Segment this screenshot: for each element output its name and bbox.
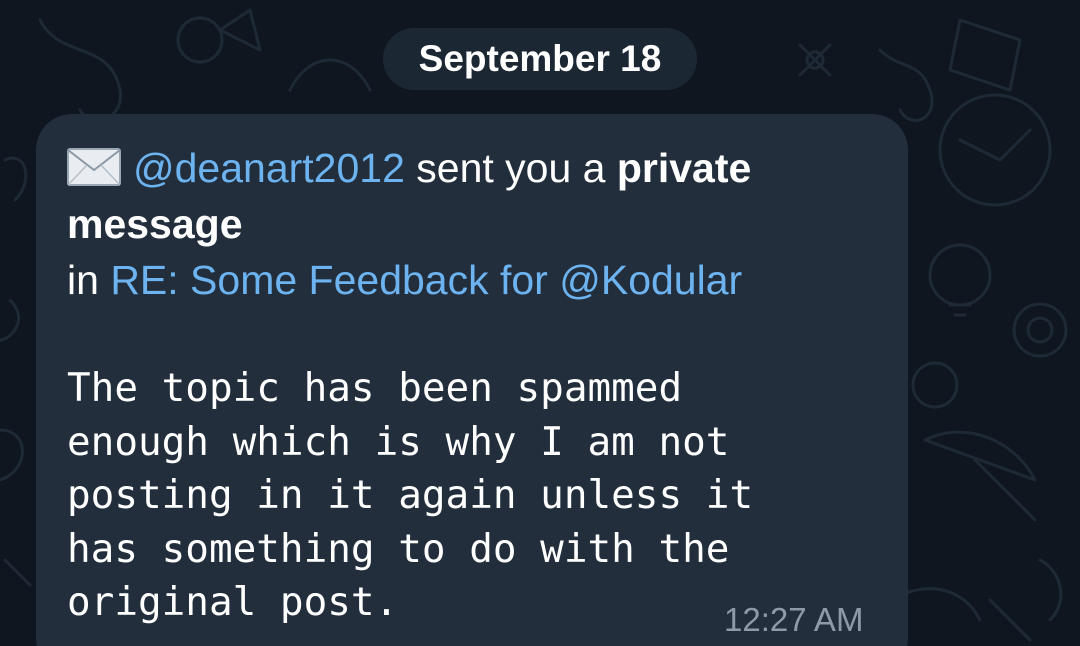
date-separator: September 18 [383, 28, 697, 90]
message-body: The topic has been spammed enough which … [67, 362, 867, 630]
body-line: original post. [67, 580, 399, 625]
message-timestamp: 12:27 AM [724, 601, 864, 638]
date-separator-label: September 18 [418, 38, 662, 79]
envelope-icon [67, 148, 121, 186]
sent-text: sent you a [404, 145, 617, 191]
message-text: message [67, 201, 243, 247]
body-line: posting in it again unless it [67, 473, 754, 518]
body-line: enough which is why I am not [67, 419, 730, 465]
message-header: @deanart2012 sent you a private message … [67, 140, 867, 308]
private-text: private [616, 145, 752, 191]
in-text: in [67, 257, 111, 303]
body-line: The topic has been spammed [67, 366, 683, 411]
sender-link[interactable]: @deanart2012 [133, 145, 405, 191]
body-line: has something to do with the [67, 526, 730, 572]
topic-link[interactable]: RE: Some Feedback for @Kodular [110, 257, 742, 303]
